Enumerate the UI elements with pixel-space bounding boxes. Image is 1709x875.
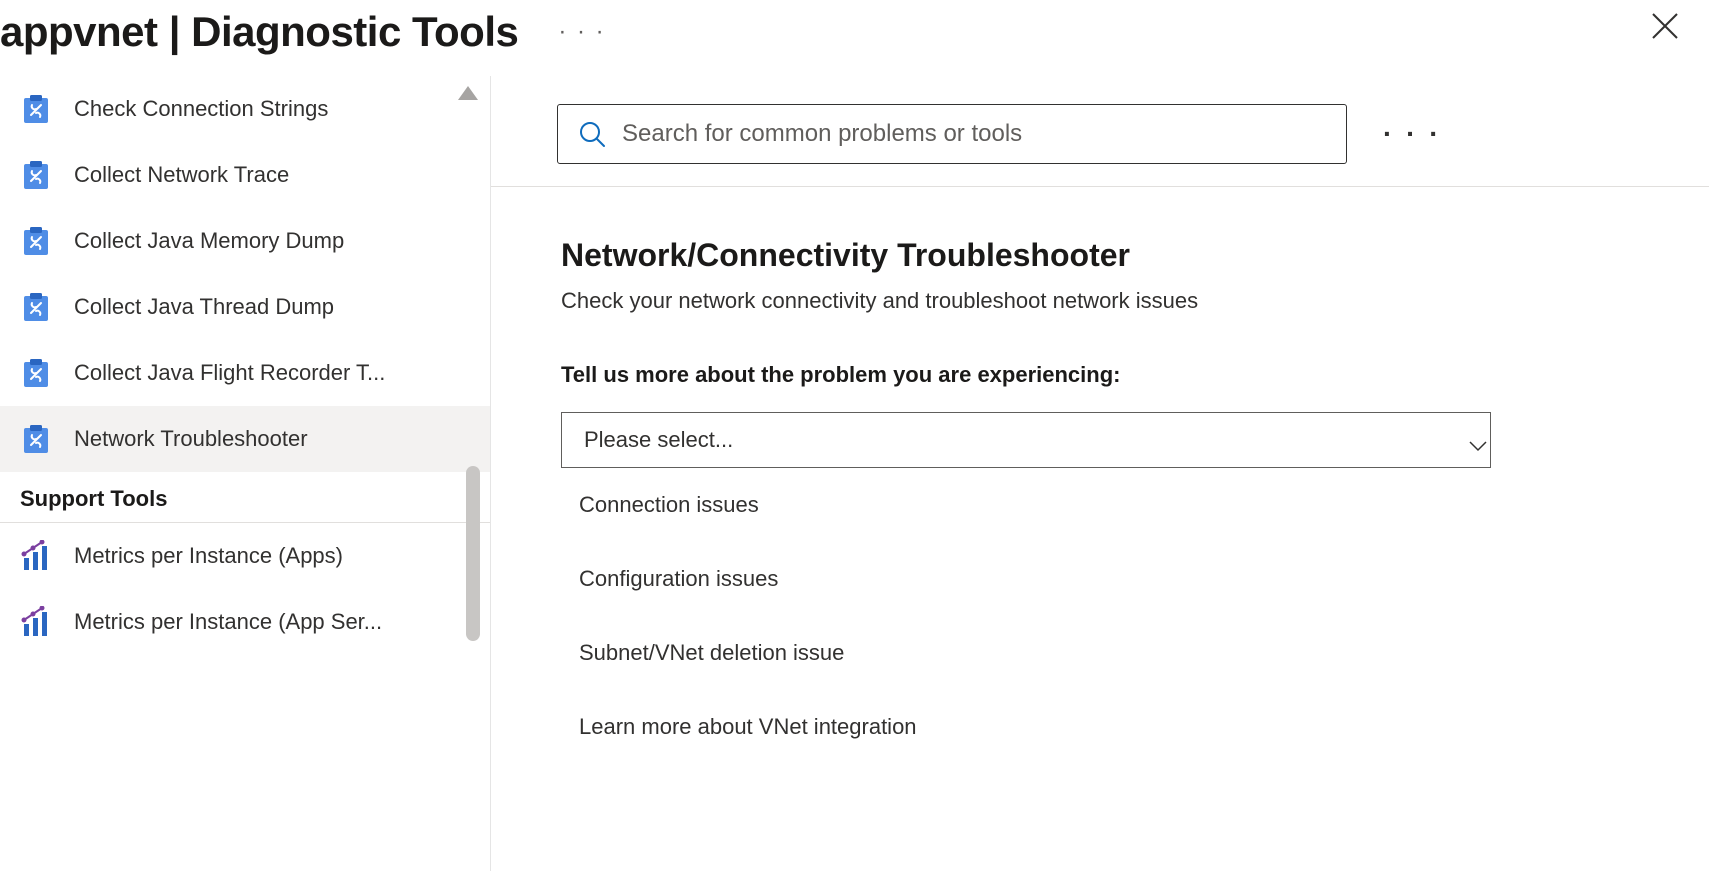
problem-select[interactable]: Please select...: [561, 412, 1491, 468]
search-input[interactable]: [622, 120, 1326, 148]
page-header: appvnet | Diagnostic Tools · · ·: [0, 0, 1709, 76]
search-row: · · ·: [491, 76, 1709, 187]
dropdown-option-connection-issues[interactable]: Connection issues: [561, 468, 1491, 542]
main-pane: · · · Network/Connectivity Troubleshoote…: [490, 76, 1709, 871]
tools-clipboard-icon: [20, 225, 52, 257]
sidebar-item-label: Collect Java Memory Dump: [74, 228, 472, 254]
sidebar-item-collect-java-flight-recorder-t[interactable]: Collect Java Flight Recorder T...: [0, 340, 490, 406]
sidebar-item-network-troubleshooter[interactable]: Network Troubleshooter: [0, 406, 490, 472]
sidebar-item-label: Collect Java Thread Dump: [74, 294, 472, 320]
problem-select-value: Please select...: [584, 427, 733, 453]
sidebar-item-collect-network-trace[interactable]: Collect Network Trace: [0, 142, 490, 208]
troubleshooter-description: Check your network connectivity and trou…: [561, 288, 1639, 314]
sidebar-item-label: Collect Java Flight Recorder T...: [74, 360, 472, 386]
dropdown-option-learn-more-about-vnet-integration[interactable]: Learn more about VNet integration: [561, 690, 1491, 764]
sidebar-item-check-connection-strings[interactable]: Check Connection Strings: [0, 76, 490, 142]
search-box[interactable]: [557, 104, 1347, 164]
sidebar-item-collect-java-thread-dump[interactable]: Collect Java Thread Dump: [0, 274, 490, 340]
sidebar-section-support-tools: Support Tools: [0, 472, 490, 523]
dropdown-option-configuration-issues[interactable]: Configuration issues: [561, 542, 1491, 616]
scrollbar-thumb[interactable]: [466, 466, 480, 641]
tools-clipboard-icon: [20, 357, 52, 389]
tools-clipboard-icon: [20, 159, 52, 191]
scroll-up-arrow-icon[interactable]: [458, 86, 478, 100]
header-more-button[interactable]: · · ·: [558, 18, 605, 46]
sidebar-item-label: Metrics per Instance (Apps): [74, 543, 472, 569]
problem-prompt-label: Tell us more about the problem you are e…: [561, 362, 1639, 388]
sidebar-item-label: Check Connection Strings: [74, 96, 472, 122]
close-icon: [1651, 12, 1679, 40]
dropdown-option-subnet-vnet-deletion-issue[interactable]: Subnet/VNet deletion issue: [561, 616, 1491, 690]
sidebar-item-label: Network Troubleshooter: [74, 426, 472, 452]
sidebar-item-metrics-per-instance-app-ser[interactable]: Metrics per Instance (App Ser...: [0, 589, 490, 655]
sidebar-item-collect-java-memory-dump[interactable]: Collect Java Memory Dump: [0, 208, 490, 274]
page-title: appvnet | Diagnostic Tools: [0, 8, 518, 56]
tools-clipboard-icon: [20, 93, 52, 125]
sidebar-item-label: Metrics per Instance (App Ser...: [74, 609, 472, 635]
close-button[interactable]: [1651, 10, 1679, 46]
sidebar-item-metrics-per-instance-apps[interactable]: Metrics per Instance (Apps): [0, 523, 490, 589]
main-more-button[interactable]: · · ·: [1383, 118, 1442, 150]
troubleshooter-title: Network/Connectivity Troubleshooter: [561, 237, 1639, 274]
tools-clipboard-icon: [20, 423, 52, 455]
sidebar-item-label: Collect Network Trace: [74, 162, 472, 188]
metrics-chart-icon: [20, 540, 52, 572]
tools-clipboard-icon: [20, 291, 52, 323]
metrics-chart-icon: [20, 606, 52, 638]
search-icon: [578, 120, 606, 148]
sidebar: Check Connection Strings Collect Network…: [0, 76, 490, 871]
problem-dropdown: Connection issuesConfiguration issuesSub…: [561, 468, 1491, 764]
